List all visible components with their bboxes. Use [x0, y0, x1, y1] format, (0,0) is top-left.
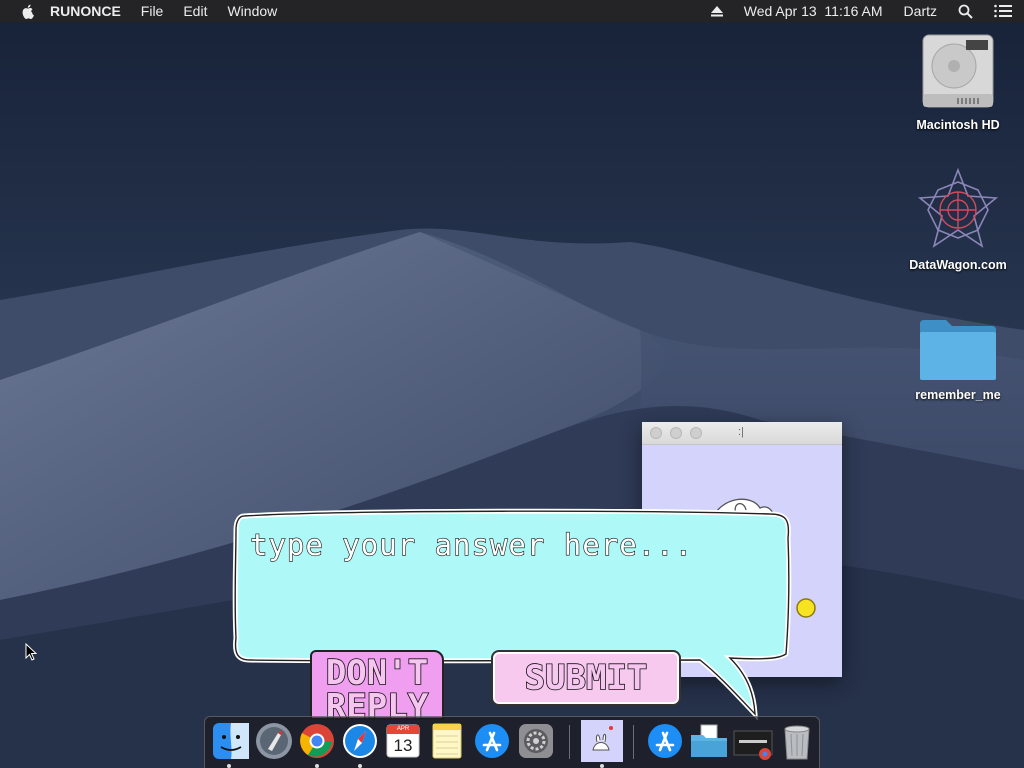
apple-icon[interactable] [20, 3, 36, 19]
menu-file[interactable]: File [141, 3, 164, 19]
notes-icon[interactable] [427, 721, 467, 761]
runonce-app-icon[interactable] [581, 720, 623, 762]
dont-reply-button[interactable]: DON'T REPLY [310, 650, 444, 720]
search-icon[interactable] [958, 4, 973, 19]
menu-bar: RUNONCE File Edit Window Wed Apr 13 11:1… [0, 0, 1024, 22]
safari-icon[interactable] [340, 721, 380, 761]
answer-input[interactable]: type your answer here... [249, 527, 693, 562]
app-store-icon[interactable] [472, 721, 512, 761]
menubar-clock[interactable]: Wed Apr 13 11:16 AM [744, 3, 883, 19]
desktop-icon-datawagon[interactable]: DataWagon.com [898, 168, 1018, 272]
dock-separator [633, 725, 634, 759]
desktop-icon-label: DataWagon.com [909, 258, 1007, 272]
hard-drive-icon [922, 34, 994, 108]
desktop-icon-label: remember_me [915, 388, 1001, 402]
chrome-window-icon[interactable] [733, 721, 773, 761]
folder-icon [920, 320, 996, 380]
chrome-icon[interactable] [297, 721, 337, 761]
desktop-icon-macintosh-hd[interactable]: Macintosh HD [898, 32, 1018, 132]
star-logo-icon [917, 168, 999, 248]
zoom-button[interactable] [690, 427, 702, 439]
running-indicator [600, 764, 604, 768]
desktop-icon-label: Macintosh HD [916, 118, 1000, 132]
launchpad-icon[interactable] [254, 721, 294, 761]
dock: APR 13 [204, 716, 820, 768]
window-title: :| [738, 426, 744, 438]
system-preferences-icon[interactable] [516, 721, 556, 761]
finder-icon[interactable] [211, 721, 251, 761]
trash-icon[interactable] [777, 721, 817, 761]
list-icon[interactable] [994, 4, 1012, 18]
menu-window[interactable]: Window [227, 3, 277, 19]
window-titlebar[interactable]: :| [642, 422, 842, 445]
documents-folder-icon[interactable] [689, 721, 729, 761]
app-name-menu[interactable]: RUNONCE [50, 3, 121, 19]
menu-edit[interactable]: Edit [183, 3, 207, 19]
running-indicator [227, 764, 231, 768]
minimize-button[interactable] [670, 427, 682, 439]
submit-button[interactable]: SUBMIT [491, 650, 681, 706]
calendar-day: 13 [393, 736, 413, 755]
calendar-icon[interactable]: APR 13 [383, 721, 423, 761]
eject-icon[interactable] [710, 5, 723, 17]
running-indicator [358, 764, 362, 768]
close-button[interactable] [650, 427, 662, 439]
running-indicator [315, 764, 319, 768]
menubar-user[interactable]: Dartz [904, 3, 937, 19]
dock-separator [569, 725, 570, 759]
calendar-month: APR [396, 726, 410, 732]
mouse-cursor-icon [25, 643, 38, 661]
desktop-icon-remember-me[interactable]: remember_me [898, 316, 1018, 402]
applications-folder-icon[interactable] [645, 721, 685, 761]
